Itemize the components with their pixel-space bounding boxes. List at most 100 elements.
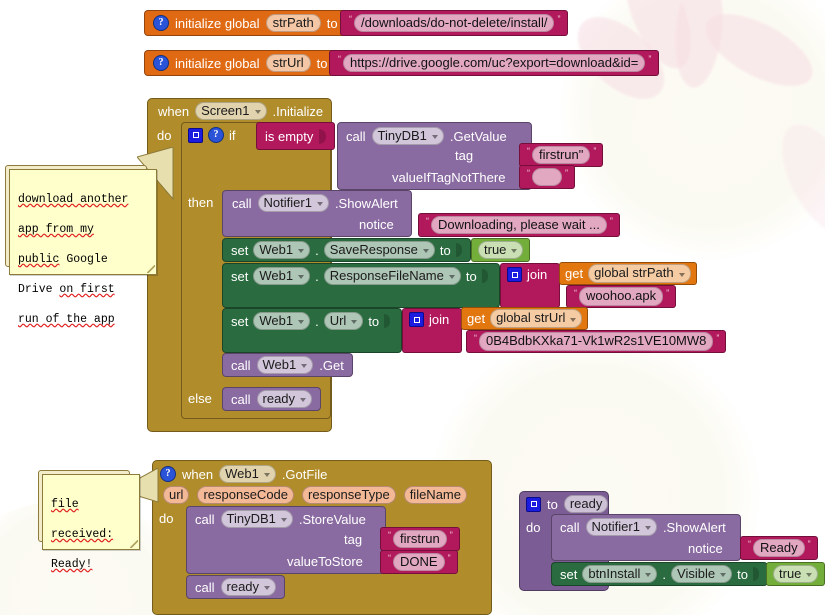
text-block-woohoo-apk[interactable]: “ woohoo.apk ” bbox=[566, 285, 677, 308]
mutator-icon[interactable] bbox=[507, 267, 522, 282]
join-header-1[interactable]: join bbox=[507, 265, 547, 284]
help-icon[interactable]: ? bbox=[208, 127, 224, 143]
comment-line: Ready! bbox=[51, 558, 93, 571]
chevron-down-icon bbox=[298, 275, 305, 279]
block-set-btninstall-visible[interactable]: set btnInstall . Visible to bbox=[551, 562, 768, 586]
block-get-global-strurl[interactable]: get global strUrl bbox=[461, 307, 589, 330]
open-quote-icon: “ bbox=[574, 287, 577, 298]
resize-grip[interactable] bbox=[147, 265, 155, 273]
text-value[interactable] bbox=[532, 167, 562, 187]
gotfile-parameters: url responseCode responseType fileName bbox=[163, 485, 467, 505]
text-block-strUrl-value[interactable]: “ https://drive.google.com/uc?export=dow… bbox=[329, 50, 660, 76]
text-block-drive-file-id[interactable]: “ 0B4BdbKXka71-Vk1wR2s1VE10MW8 ” bbox=[466, 330, 727, 353]
text-block-strPath-value[interactable]: “ /downloads/do-not-delete/install/ ” bbox=[340, 10, 569, 36]
block-initialize-global-strUrl[interactable]: ? initialize global strUrl to bbox=[144, 50, 348, 76]
block-is-empty[interactable]: is empty bbox=[256, 122, 336, 150]
set-url-row[interactable]: set Web1 . Url to bbox=[231, 310, 391, 332]
text-value[interactable]: firstrun bbox=[393, 529, 447, 549]
text-value[interactable]: https://drive.google.com/uc?export=downl… bbox=[343, 53, 646, 73]
text-block-tag-firstrun[interactable]: “ firstrun" ” bbox=[519, 143, 604, 167]
procedure-dropdown-ready[interactable]: ready bbox=[220, 577, 277, 597]
text-block-tag-firstrun-store[interactable]: “ firstrun ” bbox=[380, 527, 460, 551]
block-logic-true-visible[interactable]: true bbox=[766, 562, 825, 586]
property-dropdown-responsefilename[interactable]: ResponseFileName bbox=[323, 266, 461, 286]
when-label: when bbox=[158, 103, 190, 119]
ready-showalert-header[interactable]: call Notifier1 .ShowAlert bbox=[560, 517, 726, 537]
component-dropdown-tinydb1[interactable]: TinyDB1 bbox=[371, 126, 444, 146]
text-value[interactable]: woohoo.apk bbox=[579, 287, 664, 306]
param-responsecode[interactable]: responseCode bbox=[197, 485, 295, 505]
comment-download[interactable]: download another app from my public Goog… bbox=[9, 169, 157, 326]
arg-label-notice: notice bbox=[359, 217, 394, 232]
block-call-web1-get[interactable]: call Web1 .Get bbox=[222, 353, 353, 377]
screen1-initialize-header[interactable]: when Screen1 .Initialize bbox=[152, 100, 330, 122]
event-label: .GotFile bbox=[281, 466, 328, 482]
help-icon[interactable]: ? bbox=[160, 466, 176, 482]
text-value[interactable]: /downloads/do-not-delete/install/ bbox=[354, 13, 555, 33]
global-name-field[interactable]: strUrl bbox=[265, 53, 311, 73]
help-icon[interactable]: ? bbox=[153, 15, 169, 31]
to-label: to bbox=[326, 15, 338, 31]
component-dropdown-screen1[interactable]: Screen1 bbox=[195, 101, 267, 121]
block-initialize-global-strPath[interactable]: ? initialize global strPath to bbox=[144, 10, 358, 36]
property-dropdown-url[interactable]: Url bbox=[323, 311, 364, 331]
call-getvalue-header[interactable]: call TinyDB1 .GetValue bbox=[346, 126, 507, 146]
block-logic-true-saveresponse[interactable]: true bbox=[471, 238, 531, 262]
call-showalert-header[interactable]: call Notifier1 .ShowAlert bbox=[232, 193, 398, 213]
close-quote-icon: ” bbox=[807, 539, 811, 549]
property-dropdown-saveresponse[interactable]: SaveResponse bbox=[323, 240, 435, 260]
text-value[interactable]: 0B4BdbKXka71-Vk1wR2s1VE10MW8 bbox=[479, 332, 714, 351]
text-block-downloading-notice[interactable]: “ Downloading, please wait ... ” bbox=[418, 213, 620, 237]
block-call-procedure-ready-else[interactable]: call ready bbox=[222, 387, 322, 411]
param-filename[interactable]: fileName bbox=[403, 485, 467, 505]
text-value[interactable]: DONE bbox=[393, 552, 445, 572]
component-dropdown-web1[interactable]: Web1 bbox=[253, 240, 311, 260]
text-block-valuetostore-done[interactable]: “ DONE ” bbox=[380, 550, 458, 574]
to-label: to bbox=[439, 242, 451, 258]
component-dropdown-notifier1[interactable]: Notifier1 bbox=[257, 193, 329, 213]
block-get-global-strpath[interactable]: get global strPath bbox=[559, 262, 697, 285]
text-block-ready-notice[interactable]: “ Ready ” bbox=[740, 536, 818, 560]
do-label: do bbox=[159, 510, 174, 526]
param-url[interactable]: url bbox=[163, 485, 190, 505]
global-name-field[interactable]: strPath bbox=[265, 13, 321, 33]
component-dropdown-notifier1[interactable]: Notifier1 bbox=[585, 517, 657, 537]
mutator-icon[interactable] bbox=[188, 127, 203, 143]
variable-dropdown-global-strpath[interactable]: global strPath bbox=[588, 264, 691, 283]
text-block-valueiftagnotthere-empty[interactable]: “ ” bbox=[519, 165, 575, 189]
chevron-down-icon bbox=[254, 110, 261, 114]
logic-dropdown-true[interactable]: true bbox=[478, 240, 524, 260]
procedure-name-field[interactable]: ready bbox=[563, 494, 609, 514]
logic-dropdown-true[interactable]: true bbox=[773, 564, 819, 584]
component-dropdown-tinydb1[interactable]: TinyDB1 bbox=[220, 509, 293, 529]
procedure-dropdown-ready[interactable]: ready bbox=[256, 389, 313, 409]
mutator-icon[interactable] bbox=[409, 312, 424, 327]
text-value[interactable]: firstrun" bbox=[532, 145, 591, 165]
resize-grip[interactable] bbox=[130, 540, 138, 548]
else-label: else bbox=[188, 390, 212, 406]
join-header-2[interactable]: join bbox=[409, 310, 449, 329]
set-responsefilename-row[interactable]: set Web1 . ResponseFileName to bbox=[231, 265, 488, 287]
block-call-procedure-ready-gotfile[interactable]: call ready bbox=[186, 575, 286, 599]
comment-file-received[interactable]: file received: Ready! bbox=[42, 474, 140, 571]
component-dropdown-btninstall[interactable]: btnInstall bbox=[582, 564, 658, 584]
text-value[interactable]: Ready bbox=[753, 538, 805, 558]
component-dropdown-web1[interactable]: Web1 bbox=[256, 355, 314, 375]
close-quote-icon: ” bbox=[666, 287, 669, 298]
call-storevalue-header[interactable]: call TinyDB1 .StoreValue bbox=[195, 509, 366, 529]
procedure-ready-header[interactable]: to ready bbox=[526, 494, 609, 514]
component-dropdown-web1[interactable]: Web1 bbox=[219, 464, 276, 484]
dot-separator: . bbox=[315, 242, 319, 258]
mutator-icon[interactable] bbox=[526, 496, 541, 512]
param-responsetype[interactable]: responseType bbox=[302, 485, 396, 505]
component-dropdown-web1[interactable]: Web1 bbox=[253, 266, 311, 286]
variable-dropdown-global-strurl[interactable]: global strUrl bbox=[490, 309, 583, 328]
gotfile-header[interactable]: ? when Web1 .GotFile bbox=[160, 463, 327, 485]
else-label-wrap: else bbox=[188, 389, 212, 407]
block-set-web1-saveresponse[interactable]: set Web1 . SaveResponse to bbox=[222, 238, 471, 262]
property-dropdown-visible[interactable]: Visible bbox=[671, 564, 733, 584]
text-value[interactable]: Downloading, please wait ... bbox=[431, 215, 607, 235]
help-icon[interactable]: ? bbox=[153, 55, 169, 71]
if-header[interactable]: ? if bbox=[188, 126, 236, 144]
component-dropdown-web1[interactable]: Web1 bbox=[253, 311, 311, 331]
